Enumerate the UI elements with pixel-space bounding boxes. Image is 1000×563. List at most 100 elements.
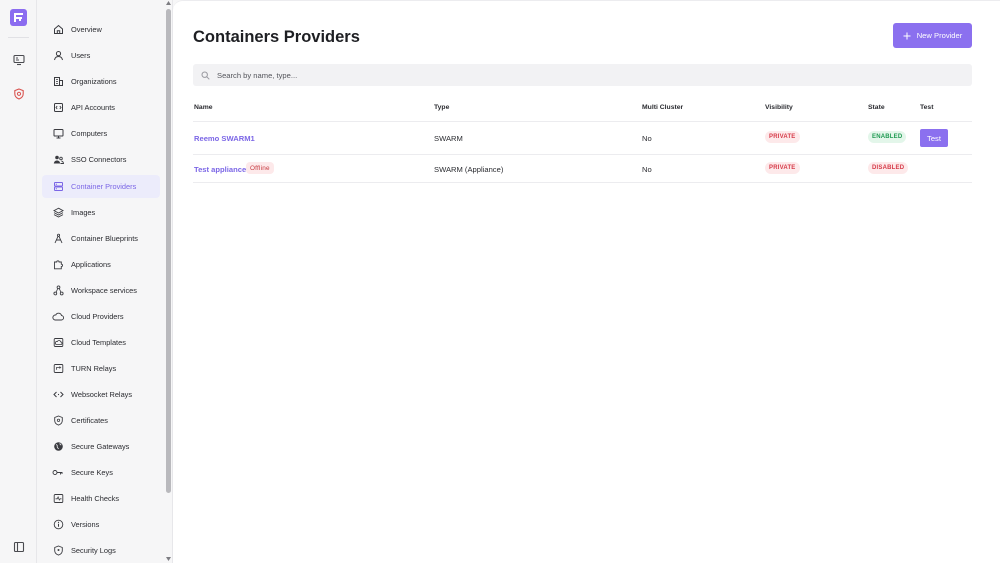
table-divider (193, 154, 972, 155)
plus-icon (903, 32, 911, 39)
provider-type: SWARM (Appliance) (434, 165, 504, 174)
provider-name-link[interactable]: Reemo SWARM1 (194, 134, 255, 143)
search-input[interactable] (217, 70, 957, 80)
sidebar-nav: Overview Users Organizations API Account… (37, 0, 173, 563)
info-icon (45, 519, 71, 530)
icon-rail (0, 0, 37, 563)
sidebar-item-label: Overview (71, 25, 102, 34)
scroll-down-arrow-icon[interactable] (165, 556, 172, 562)
column-header-type[interactable]: Type (434, 104, 449, 111)
shield-icon[interactable] (9, 84, 28, 103)
building-icon (45, 76, 71, 87)
sidebar-item-label: Users (71, 51, 91, 60)
shield-log-icon (45, 545, 71, 556)
sidebar-item-versions[interactable]: Versions (42, 513, 160, 536)
sidebar-item-container-providers[interactable]: Container Providers (42, 175, 160, 198)
sidebar-item-label: Versions (71, 520, 100, 529)
sidebar-item-label: Workspace services (71, 286, 137, 295)
code-box-icon (45, 102, 71, 113)
sidebar-item-users[interactable]: Users (42, 44, 160, 67)
sidebar-item-turn-relays[interactable]: TURN Relays (42, 357, 160, 380)
column-header-visibility[interactable]: Visibility (765, 104, 793, 111)
table-divider (193, 182, 972, 183)
column-header-state[interactable]: State (868, 104, 885, 111)
layers-icon (45, 207, 71, 218)
table-divider (193, 121, 972, 122)
visibility-badge: PRIVATE (765, 162, 800, 174)
sidebar-item-label: Computers (71, 129, 108, 138)
scrollbar-thumb[interactable] (166, 9, 171, 493)
sidebar-item-label: Secure Gateways (71, 442, 130, 451)
provider-name-link[interactable]: Test appliance (194, 165, 246, 174)
sidebar-item-computers[interactable]: Computers (42, 122, 160, 145)
sidebar-toggle-icon[interactable] (9, 537, 28, 556)
new-provider-label: New Provider (916, 31, 963, 40)
test-button[interactable]: Test (920, 129, 948, 147)
sidebar-item-secure-gateways[interactable]: Secure Gateways (42, 435, 160, 458)
provider-multi-cluster: No (642, 165, 652, 174)
sidebar-item-label: API Accounts (71, 103, 115, 112)
app-logo[interactable] (10, 9, 27, 26)
scroll-up-arrow-icon[interactable] (165, 0, 172, 6)
sidebar-item-workspace-services[interactable]: Workspace services (42, 279, 160, 302)
sidebar-item-secure-keys[interactable]: Secure Keys (42, 461, 160, 484)
sidebar-item-label: Websocket Relays (71, 390, 133, 399)
sidebar-item-label: TURN Relays (71, 364, 117, 373)
sidebar-item-applications[interactable]: Applications (42, 253, 160, 276)
sidebar-item-images[interactable]: Images (42, 201, 160, 224)
page-title: Containers Providers (193, 28, 360, 46)
sidebar-item-organizations[interactable]: Organizations (42, 70, 160, 93)
search-icon (201, 71, 211, 80)
main-panel: Containers Providers New Provider Name T… (173, 0, 1000, 563)
sidebar-item-label: Cloud Providers (71, 312, 124, 321)
sidebar-item-label: Applications (71, 260, 111, 269)
provider-multi-cluster: No (642, 134, 652, 143)
visibility-badge: PRIVATE (765, 131, 800, 143)
offline-badge: Offline (246, 162, 274, 174)
state-badge: DISABLED (868, 162, 909, 174)
sidebar-item-label: Secure Keys (71, 468, 113, 477)
code-arrows-icon (45, 389, 71, 400)
sidebar-item-container-blueprints[interactable]: Container Blueprints (42, 227, 160, 250)
column-header-multi-cluster[interactable]: Multi Cluster (642, 104, 683, 111)
sidebar-item-api-accounts[interactable]: API Accounts (42, 96, 160, 119)
sidebar-item-label: Images (71, 208, 96, 217)
nodes-icon (45, 285, 71, 296)
sidebar-item-label: Container Providers (71, 182, 137, 191)
sidebar-item-websocket-relays[interactable]: Websocket Relays (42, 383, 160, 406)
cloud-template-icon (45, 337, 71, 348)
new-provider-button[interactable]: New Provider (893, 23, 972, 48)
column-header-test[interactable]: Test (920, 104, 933, 111)
key-icon (45, 467, 71, 478)
sidebar-item-label: Security Logs (71, 546, 116, 555)
globe-icon (45, 441, 71, 452)
sidebar-item-label: Certificates (71, 416, 108, 425)
puzzle-icon (45, 259, 71, 270)
sidebar-item-health-checks[interactable]: Health Checks (42, 487, 160, 510)
server-icon (45, 181, 71, 192)
certificate-icon (45, 415, 71, 426)
monitor-icon[interactable] (9, 50, 28, 69)
sidebar-scrollbar[interactable] (165, 0, 172, 563)
sidebar-item-label: Health Checks (71, 494, 120, 503)
sidebar-item-overview[interactable]: Overview (42, 18, 160, 41)
sidebar-item-cloud-providers[interactable]: Cloud Providers (42, 305, 160, 328)
monitor-icon (45, 128, 71, 139)
search-bar[interactable] (193, 64, 972, 86)
turn-relay-icon (45, 363, 71, 374)
user-icon (45, 50, 71, 61)
sidebar-item-label: SSO Connectors (71, 155, 127, 164)
sidebar-item-security-logs[interactable]: Security Logs (42, 539, 160, 562)
provider-type: SWARM (434, 134, 463, 143)
health-icon (45, 493, 71, 504)
rail-divider (8, 37, 29, 38)
sidebar-item-certificates[interactable]: Certificates (42, 409, 160, 432)
sidebar-item-cloud-templates[interactable]: Cloud Templates (42, 331, 160, 354)
home-icon (45, 24, 71, 35)
state-badge: ENABLED (868, 131, 907, 143)
column-header-name[interactable]: Name (194, 104, 213, 111)
cloud-icon (45, 311, 71, 322)
sidebar-item-label: Cloud Templates (71, 338, 126, 347)
sidebar-item-sso-connectors[interactable]: SSO Connectors (42, 148, 160, 171)
compass-icon (45, 233, 71, 244)
